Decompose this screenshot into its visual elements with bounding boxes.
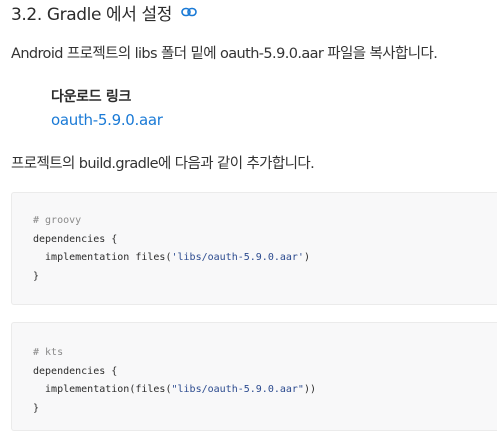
code-line: implementation files('libs/oauth-5.9.0.a… [33,249,310,268]
code-string: "libs/oauth-5.9.0.aar" [171,384,304,395]
code-content: # kts dependencies { implementation(files… [33,344,316,418]
download-title: 다운로드 링크 [51,89,132,105]
link-icon [181,7,197,17]
code-text: dependencies { [33,233,118,245]
code-text: } [33,270,40,282]
code-line: } [33,400,316,419]
code-comment: # kts [33,347,64,358]
code-text: dependencies { [33,365,118,377]
heading-anchor-link[interactable] [181,7,197,17]
code-content: # groovy dependencies { implementation fi… [33,212,310,286]
code-comment: # groovy [33,215,82,226]
code-text: implementation files( [33,252,172,263]
code-text: ) [303,252,310,263]
code-string: 'libs/oauth-5.9.0.aar' [171,252,304,263]
section-heading: 3.2. Gradle 에서 설정 [11,0,197,25]
code-line: implementation(files("libs/oauth-5.9.0.a… [33,381,316,400]
instruction-paragraph: 프로젝트의 build.gradle에 다음과 같이 추가합니다. [11,156,315,172]
code-text: } [33,402,40,414]
code-block-kts[interactable]: # kts dependencies { implementation(files… [11,322,497,431]
intro-paragraph: Android 프로젝트의 libs 폴더 밑에 oauth-5.9.0.aar… [11,46,438,62]
code-line: # groovy [33,212,310,231]
code-line: dependencies { [33,231,310,250]
code-text: )) [303,384,316,395]
section-title: 3.2. Gradle 에서 설정 [11,4,172,25]
code-line: } [33,268,310,287]
code-text: implementation(files( [33,384,172,395]
code-line: # kts [33,344,316,363]
code-block-groovy[interactable]: # groovy dependencies { implementation fi… [11,192,497,305]
code-line: dependencies { [33,363,316,382]
download-link[interactable]: oauth-5.9.0.aar [51,111,163,129]
